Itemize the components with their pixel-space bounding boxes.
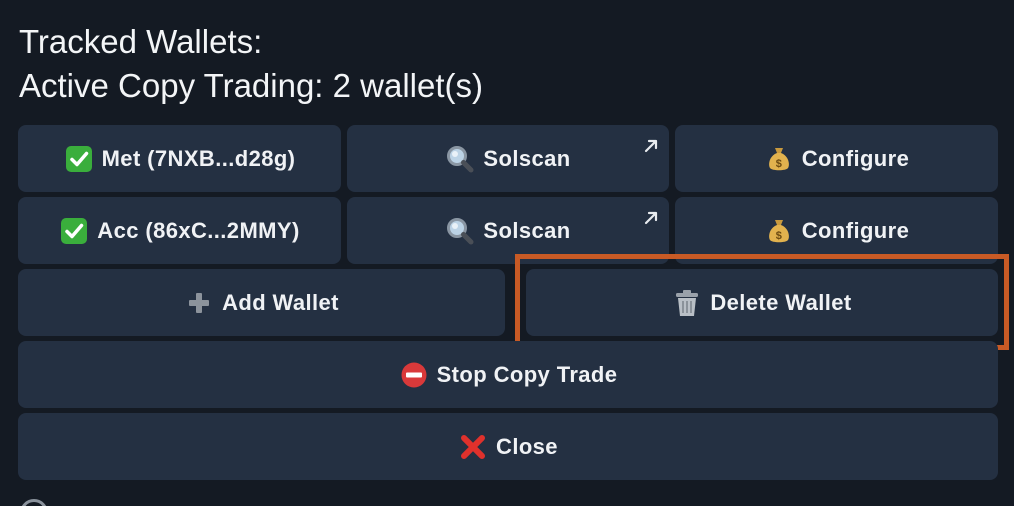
header: Tracked Wallets: Active Copy Trading: 2 … [19, 20, 483, 108]
solscan-label: Solscan [483, 217, 571, 243]
tracked-wallets-panel: Tracked Wallets: Active Copy Trading: 2 … [0, 0, 1014, 506]
plus-icon [184, 288, 214, 318]
wallet-label: Acc (86xC...2MMY) [97, 217, 300, 243]
delete-wallet-highlight [515, 254, 1009, 350]
panel-title: Tracked Wallets: [19, 23, 263, 60]
magnifier-icon [445, 144, 475, 174]
money-bag-icon: $ [764, 144, 794, 174]
add-wallet-label: Add Wallet [222, 289, 339, 315]
wallet-button-met[interactable]: Met (7NXB...d28g) [18, 125, 341, 192]
svg-text:$: $ [775, 158, 782, 170]
wallet-label: Met (7NXB...d28g) [101, 145, 296, 171]
active-count-text: Active Copy Trading: 2 wallet(s) [19, 67, 484, 104]
close-button[interactable]: Close [18, 413, 998, 480]
partial-circle-icon [20, 499, 48, 506]
stop-copy-trade-label: Stop Copy Trade [436, 361, 618, 387]
svg-text:$: $ [775, 230, 782, 242]
red-x-icon [458, 432, 488, 462]
solscan-label: Solscan [483, 145, 571, 171]
check-mark-icon [59, 216, 89, 246]
configure-button-met[interactable]: $ Configure [675, 125, 998, 192]
no-entry-icon [399, 360, 429, 390]
configure-label: Configure [801, 217, 910, 243]
add-wallet-button[interactable]: Add Wallet [18, 269, 505, 336]
configure-label: Configure [801, 145, 910, 171]
money-bag-icon: $ [764, 216, 794, 246]
stop-copy-trade-button[interactable]: Stop Copy Trade [18, 341, 998, 408]
solscan-button-met[interactable]: Solscan [347, 125, 669, 192]
magnifier-icon [445, 216, 475, 246]
wallet-button-acc[interactable]: Acc (86xC...2MMY) [18, 197, 341, 264]
close-label: Close [496, 433, 558, 459]
check-mark-icon [64, 144, 94, 174]
external-link-arrow-icon [643, 134, 659, 153]
external-link-arrow-icon [643, 206, 659, 225]
